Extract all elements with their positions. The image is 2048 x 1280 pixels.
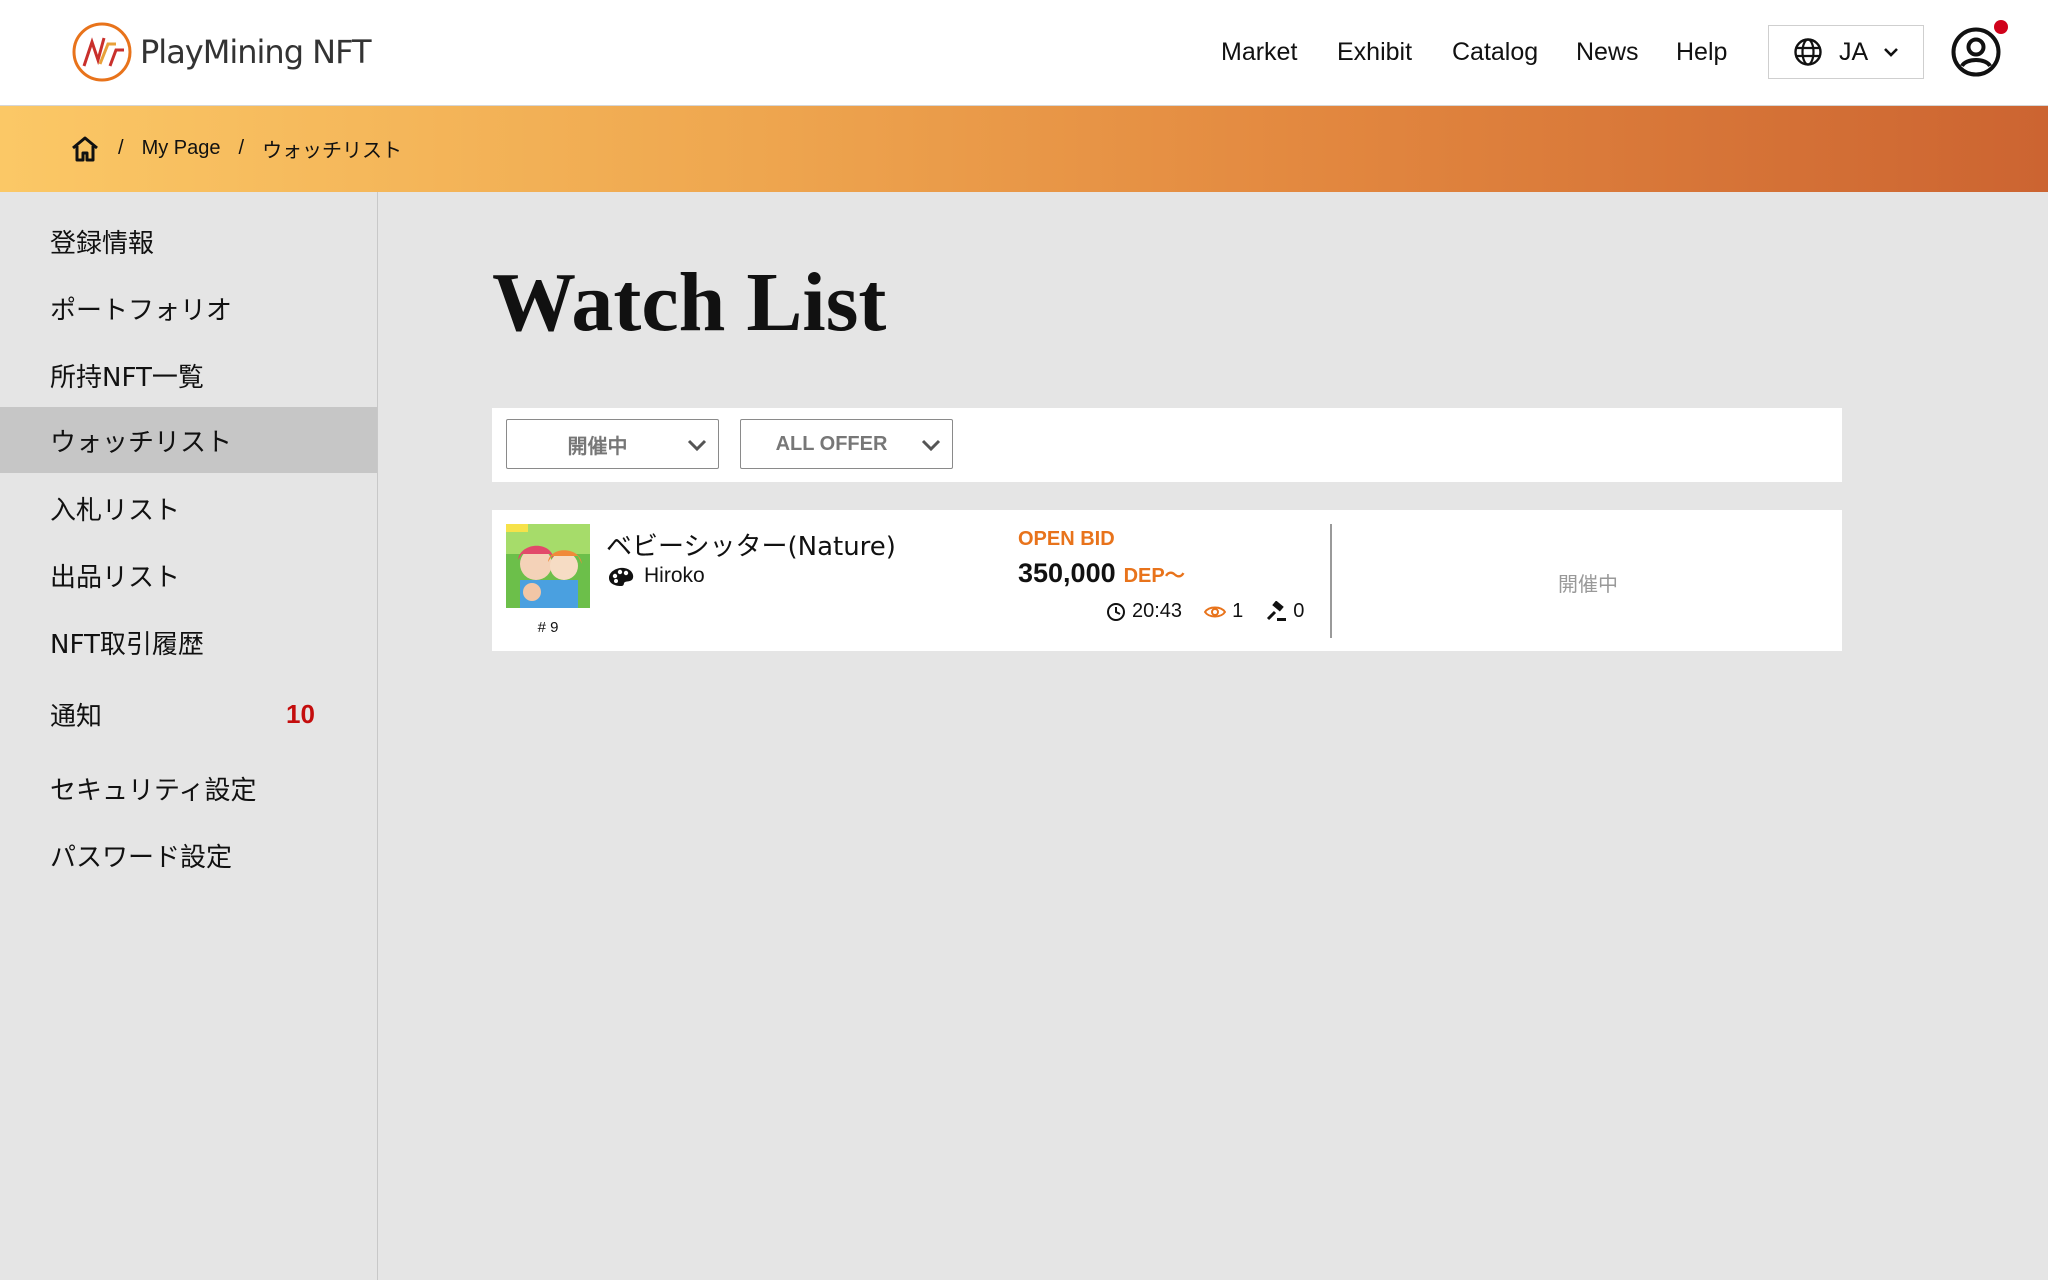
sidebar-item-label: 登録情報 [50,228,155,259]
breadcrumb-separator: / [118,137,124,159]
sidebar-item-bid-list[interactable]: 入札リスト [0,475,377,541]
chevron-down-icon [921,439,941,452]
sidebar-item-registration[interactable]: 登録情報 [0,208,377,274]
breadcrumb-current: ウォッチリスト [262,140,403,162]
nav-exhibit[interactable]: Exhibit [1337,38,1412,67]
sidebar-item-label: 所持NFT一覧 [50,362,204,393]
sidebar: 登録情報 ポートフォリオ 所持NFT一覧 ウォッチリスト 入札リスト 出品リスト… [0,192,378,1280]
artist-name: Hiroko [644,564,705,587]
sidebar-item-label: 入札リスト [50,495,181,526]
sidebar-item-label: NFT取引履歴 [50,629,204,660]
filter-bar: 開催中 ALL OFFER [492,408,1842,482]
sidebar-item-label: パスワード設定 [50,842,233,873]
language-select[interactable]: JA [1768,25,1924,79]
sidebar-item-label: ポートフォリオ [50,295,233,326]
sidebar-item-security[interactable]: セキュリティ設定 [0,755,377,821]
offer-filter-value: ALL OFFER [775,432,888,455]
sidebar-item-label: 出品リスト [50,562,181,593]
gavel-icon [1267,600,1287,621]
sidebar-item-portfolio[interactable]: ポートフォリオ [0,275,377,341]
language-value: JA [1839,37,1869,66]
time-left: 20:43 [1106,600,1182,623]
offer-filter-select[interactable]: ALL OFFER [740,419,953,469]
bid-count: 0 [1265,600,1304,623]
price-value: 350,000 [1018,558,1116,588]
palette-icon [609,567,634,586]
artist: Hiroko [606,564,705,588]
sidebar-item-label: 通知 [50,701,103,732]
token-id: # 9 [537,619,559,636]
time-left-value: 20:43 [1132,600,1183,622]
sidebar-item-label: ウォッチリスト [50,427,233,458]
eye-icon [1204,606,1227,617]
nft-name[interactable]: ベビーシッター(Nature) [606,526,896,563]
page-title: Watch List [492,256,887,349]
nav-help[interactable]: Help [1676,38,1727,67]
chevron-down-icon [687,439,707,452]
nft-logo-icon [72,22,132,82]
nft-thumbnail[interactable] [506,524,590,608]
top-header: PlayMining NFT Market Exhibit Catalog Ne… [0,0,2048,106]
price: 350,000 DEP〜 [1018,558,1185,589]
notification-count-badge: 10 [286,698,315,729]
sidebar-item-listing-list[interactable]: 出品リスト [0,542,377,608]
bid-type-label: OPEN BID [1018,528,1115,550]
bid-count-value: 0 [1293,600,1305,622]
watch-count-value: 1 [1232,600,1244,622]
price-unit: DEP〜 [1123,565,1185,587]
status-filter-value: 開催中 [567,435,628,458]
item-stats: 20:43 1 0 [1106,600,1326,623]
breadcrumb: / My Page / ウォッチリスト [70,134,402,163]
home-icon[interactable] [70,135,100,163]
nav-news[interactable]: News [1576,38,1639,67]
user-account-icon[interactable] [1950,26,2002,78]
card-divider [1330,524,1332,638]
sidebar-item-label: セキュリティ設定 [50,775,257,806]
breadcrumb-banner: / My Page / ウォッチリスト [0,106,2048,192]
breadcrumb-my-page[interactable]: My Page [142,137,221,160]
sidebar-item-owned-nfts[interactable]: 所持NFT一覧 [0,342,377,408]
status-filter-select[interactable]: 開催中 [506,419,719,469]
site-logo[interactable]: PlayMining NFT [70,20,371,84]
sidebar-item-nft-history[interactable]: NFT取引履歴 [0,609,377,675]
auction-status: 開催中 [1558,572,1618,596]
nav-market[interactable]: Market [1221,38,1297,67]
sidebar-item-watchlist[interactable]: ウォッチリスト [0,407,377,473]
sidebar-item-notifications[interactable]: 通知 10 [0,681,377,747]
sidebar-item-password[interactable]: パスワード設定 [0,822,377,888]
logo-text: PlayMining NFT [140,33,371,71]
watchlist-item[interactable]: # 9 ベビーシッター(Nature) Hiroko OPEN BID 350,… [492,510,1842,651]
breadcrumb-separator: / [238,137,245,159]
watch-count: 1 [1204,600,1243,623]
nav-catalog[interactable]: Catalog [1452,38,1538,67]
clock-icon [1107,602,1125,621]
globe-icon [1794,38,1822,66]
chevron-down-icon [1884,48,1898,57]
notification-dot [1994,20,2008,34]
